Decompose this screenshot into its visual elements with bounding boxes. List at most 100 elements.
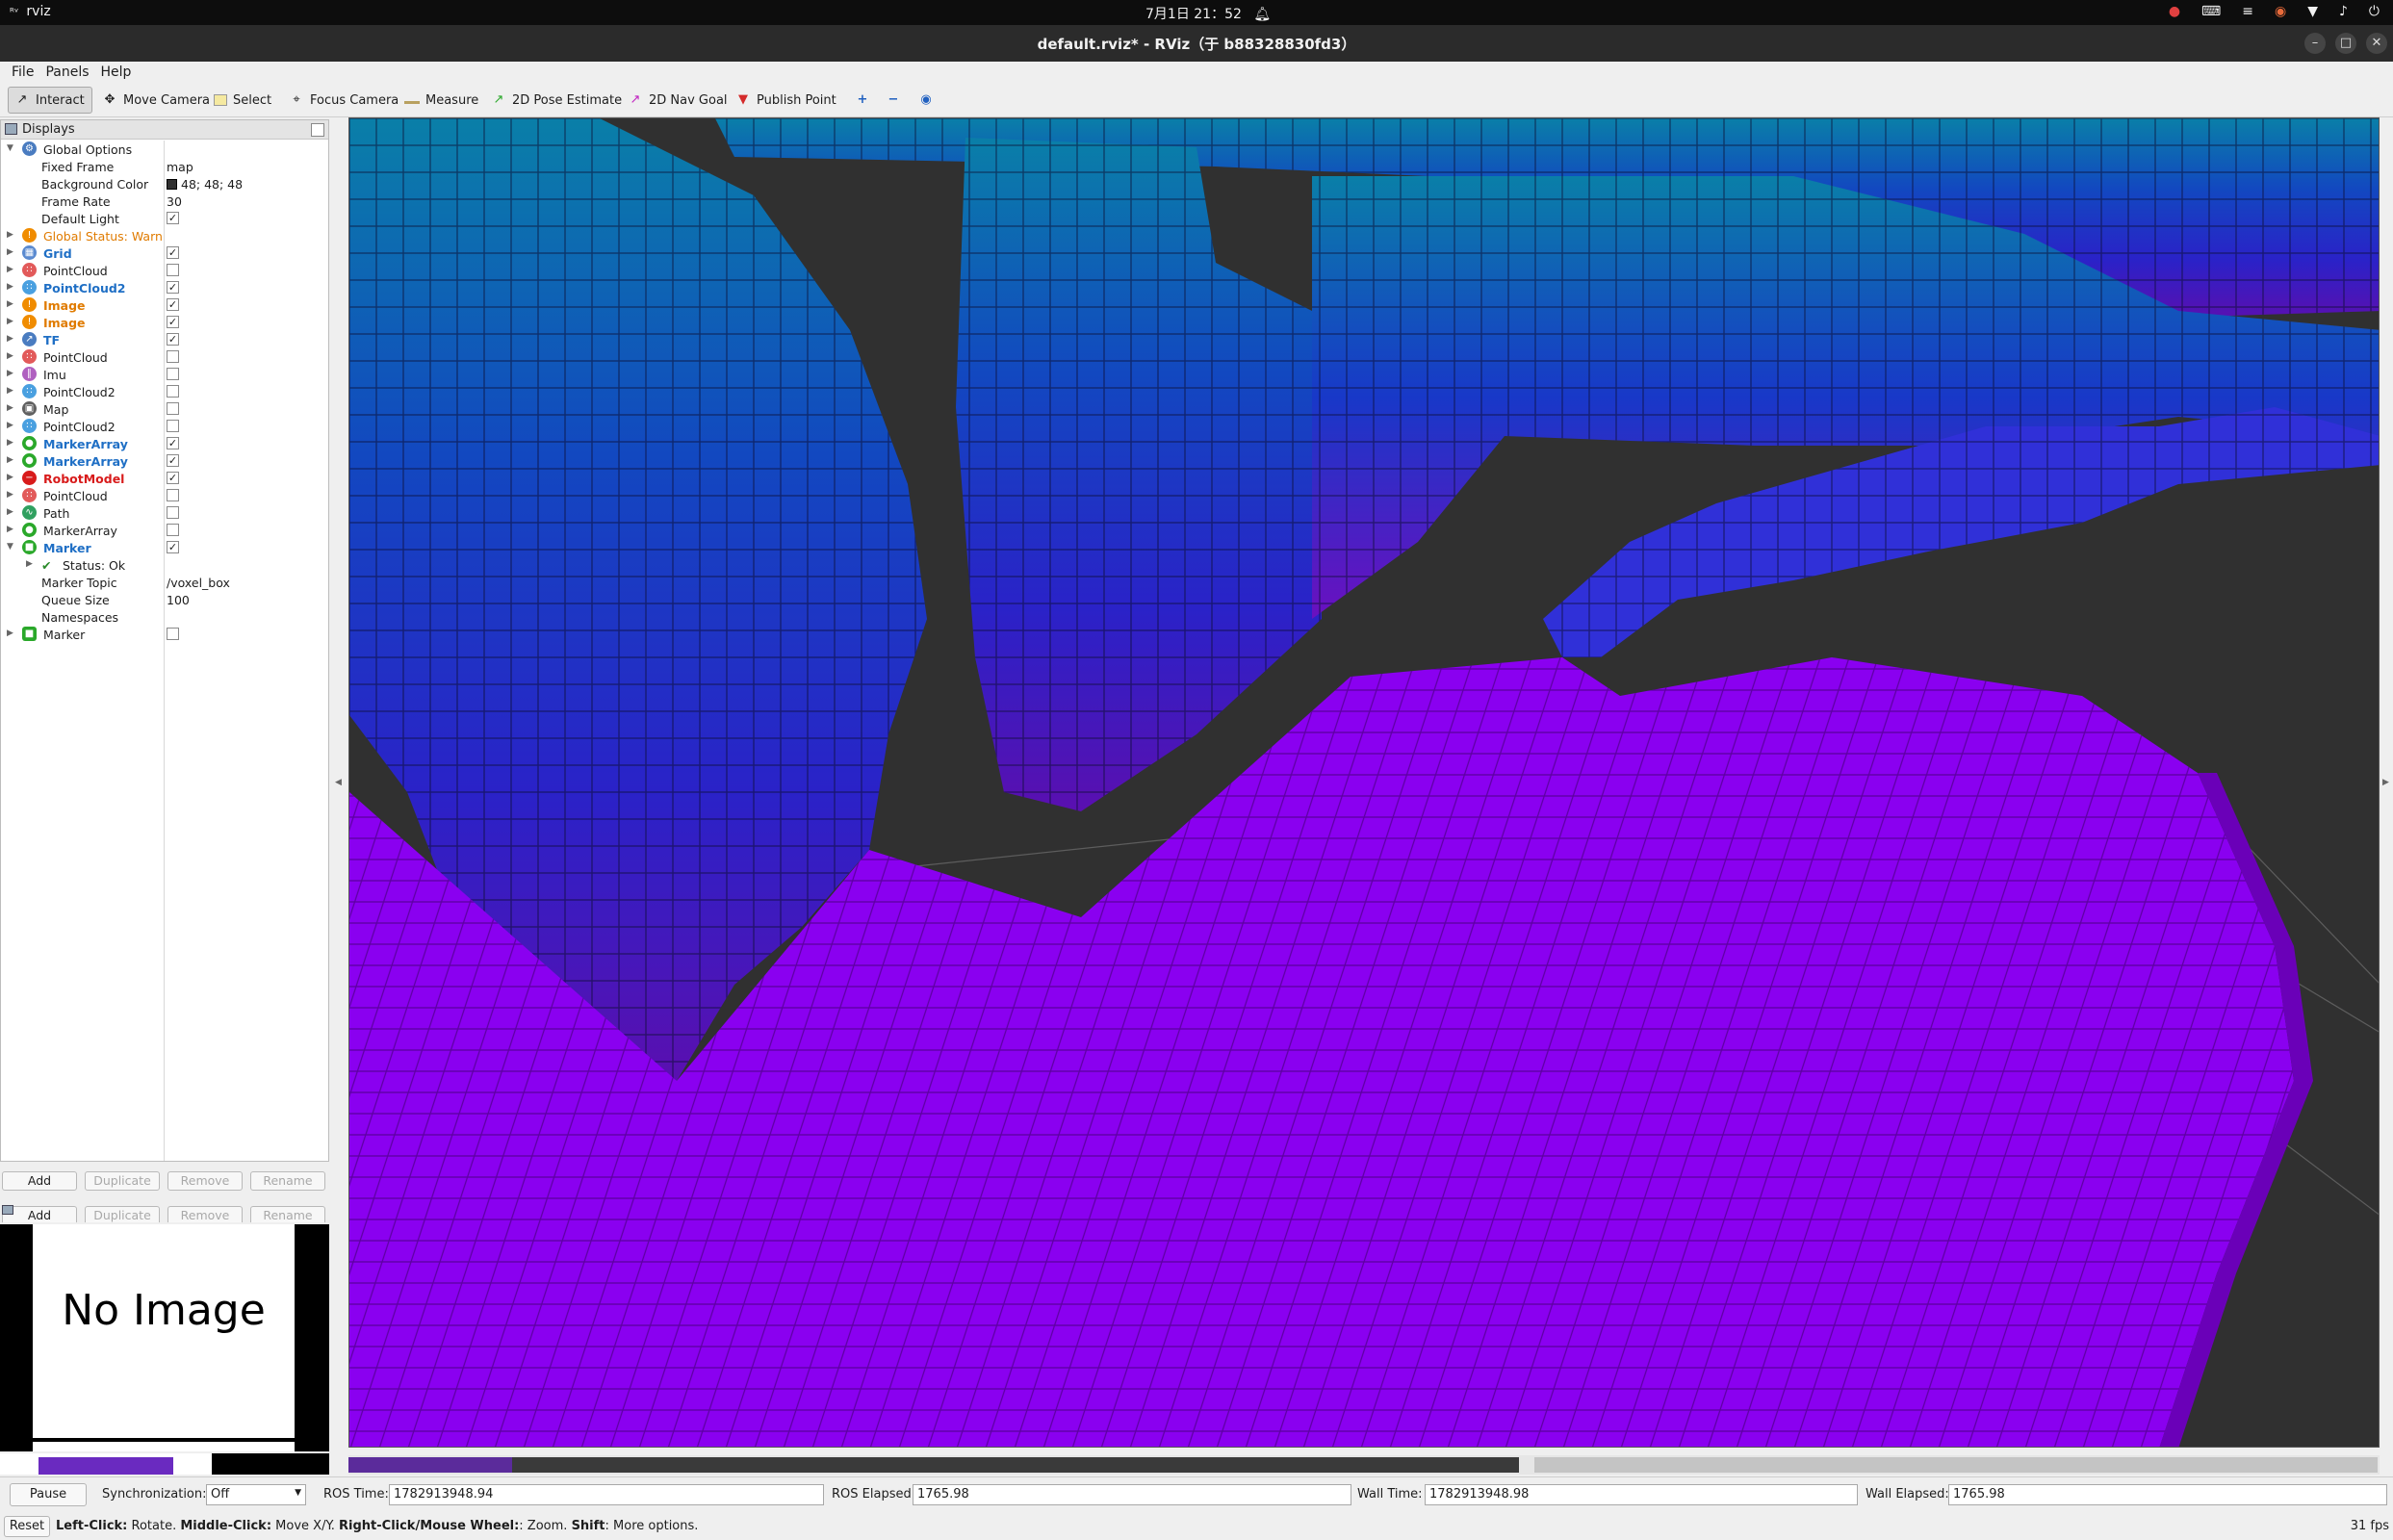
expand-arrow-icon[interactable]: ▶ xyxy=(7,317,13,326)
sync-select[interactable]: Off ▼ xyxy=(206,1484,306,1505)
undock-button[interactable] xyxy=(311,123,324,137)
expand-arrow-icon[interactable]: ▶ xyxy=(7,334,13,344)
expand-arrow-icon[interactable]: ▶ xyxy=(7,282,13,292)
power-icon[interactable]: ⏻ xyxy=(2369,4,2380,19)
scrollbar-thumb[interactable] xyxy=(1534,1457,2378,1473)
marker-topic-value[interactable]: /voxel_box xyxy=(167,576,230,590)
display-enabled-checkbox[interactable] xyxy=(167,368,179,380)
minimize-button[interactable]: – xyxy=(2304,33,2326,54)
expand-arrow-icon[interactable]: ▶ xyxy=(26,559,33,569)
tree-row-queue-size[interactable]: Queue Size 100 xyxy=(1,591,328,608)
duplicate-display-button[interactable]: Duplicate xyxy=(85,1171,160,1191)
tree-row-global-status[interactable]: ▶ ! Global Status: Warn xyxy=(1,227,328,244)
rename-display-button-2[interactable]: Rename xyxy=(250,1206,325,1222)
tree-row-markerarray[interactable]: ▶ ● MarkerArray ✓ xyxy=(1,452,328,470)
tree-row-tf[interactable]: ▶ ↗ TF ✓ xyxy=(1,331,328,348)
select-tool-button[interactable]: Select xyxy=(208,87,277,114)
interact-tool-button[interactable]: ↗ Interact xyxy=(8,87,92,114)
tree-row-markerarray[interactable]: ▶ ● MarkerArray xyxy=(1,522,328,539)
tree-row-pointcloud2[interactable]: ▶ ∷ PointCloud2 ✓ xyxy=(1,279,328,296)
active-app-indicator[interactable]: ᴿᵛ rviz xyxy=(10,4,51,19)
nav-goal-tool-button[interactable]: ↗ 2D Nav Goal xyxy=(622,87,733,114)
marker-checkbox[interactable] xyxy=(167,628,179,640)
display-enabled-checkbox[interactable]: ✓ xyxy=(167,454,179,467)
window-title-bar[interactable]: default.rviz* - RViz（于 b88328830fd3） – □… xyxy=(0,25,2393,62)
tree-row-robotmodel[interactable]: ▶ − RobotModel ✓ xyxy=(1,470,328,487)
view-horizontal-scrollbar[interactable] xyxy=(348,1455,2380,1475)
display-enabled-checkbox[interactable] xyxy=(167,524,179,536)
tree-row-image[interactable]: ▶! Image ✓ xyxy=(1,296,328,314)
publish-point-tool-button[interactable]: ▼ Publish Point xyxy=(730,87,842,114)
tree-row-map[interactable]: ▶ ▣ Map xyxy=(1,400,328,418)
menu-file[interactable]: File xyxy=(6,62,39,83)
expand-arrow-icon[interactable]: ▶ xyxy=(7,629,13,638)
tree-row-frame-rate[interactable]: Frame Rate 30 xyxy=(1,192,328,210)
right-splitter[interactable]: ▶ xyxy=(2380,119,2393,1467)
display-enabled-checkbox[interactable]: ✓ xyxy=(167,246,179,259)
display-enabled-checkbox[interactable]: ✓ xyxy=(167,316,179,328)
close-button[interactable]: ✕ xyxy=(2366,33,2387,54)
volume-icon[interactable]: ♪ xyxy=(2339,4,2348,19)
measure-tool-button[interactable]: Measure xyxy=(399,87,484,114)
tree-row-pointcloud[interactable]: ▶ ∷ PointCloud xyxy=(1,348,328,366)
duplicate-display-button-2[interactable]: Duplicate xyxy=(85,1206,160,1222)
tree-row-pointcloud2[interactable]: ▶ ∷ PointCloud2 xyxy=(1,418,328,435)
reset-button[interactable]: Reset xyxy=(4,1516,50,1537)
wall-elapsed-field[interactable]: 1765.98 xyxy=(1948,1484,2387,1505)
network-icon[interactable]: ≡ xyxy=(2242,4,2253,19)
expand-arrow-icon[interactable]: ▶ xyxy=(7,403,13,413)
expand-arrow-icon[interactable]: ▶ xyxy=(7,230,13,240)
remove-tool-button[interactable]: − xyxy=(880,87,907,114)
menu-help[interactable]: Help xyxy=(95,62,138,83)
menu-panels[interactable]: Panels xyxy=(39,62,94,83)
expand-arrow-icon[interactable]: ▶ xyxy=(7,438,13,448)
tree-row-grid[interactable]: ▶ ▦ Grid ✓ xyxy=(1,244,328,262)
focus-camera-tool-button[interactable]: ⌖ Focus Camera xyxy=(283,87,404,114)
display-enabled-checkbox[interactable]: ✓ xyxy=(167,472,179,484)
display-enabled-checkbox[interactable] xyxy=(167,385,179,398)
display-enabled-checkbox[interactable]: ✓ xyxy=(167,333,179,346)
wifi-icon[interactable]: ▼ xyxy=(2307,4,2318,19)
tree-row-global-options[interactable]: ▼ ⚙ Global Options xyxy=(1,141,328,158)
move-camera-tool-button[interactable]: ✥ Move Camera xyxy=(96,87,216,114)
collapse-arrow-icon[interactable]: ▼ xyxy=(7,542,13,552)
expand-arrow-icon[interactable]: ▶ xyxy=(7,351,13,361)
system-tray[interactable]: ● ⌨ ≡ ◉ ▼ ♪ ⏻ xyxy=(2169,4,2380,19)
left-splitter[interactable]: ◀ xyxy=(331,119,347,1467)
collapse-right-icon[interactable]: ▶ xyxy=(2382,778,2389,787)
remove-display-button[interactable]: Remove xyxy=(167,1171,243,1191)
expand-arrow-icon[interactable]: ▶ xyxy=(7,247,13,257)
tree-row-marker[interactable]: ▼ ■ Marker ✓ xyxy=(1,539,328,556)
add-display-button[interactable]: Add xyxy=(2,1171,77,1191)
app-icon[interactable]: ◉ xyxy=(2275,4,2286,19)
tree-row-path[interactable]: ▶ ∿ Path xyxy=(1,504,328,522)
fixed-frame-value[interactable]: map xyxy=(167,160,193,174)
expand-arrow-icon[interactable]: ▶ xyxy=(7,490,13,500)
expand-arrow-icon[interactable]: ▶ xyxy=(7,299,13,309)
tree-row-background-color[interactable]: Background Color 48; 48; 48 xyxy=(1,175,328,192)
queue-size-value[interactable]: 100 xyxy=(167,593,190,607)
pause-button[interactable]: Pause xyxy=(10,1483,87,1506)
default-light-checkbox[interactable]: ✓ xyxy=(167,212,179,224)
tree-row-namespaces[interactable]: Namespaces xyxy=(1,608,328,626)
display-enabled-checkbox[interactable] xyxy=(167,506,179,519)
display-enabled-checkbox[interactable] xyxy=(167,350,179,363)
wall-time-field[interactable]: 1782913948.98 xyxy=(1425,1484,1858,1505)
expand-arrow-icon[interactable]: ▶ xyxy=(7,386,13,396)
view-options-button[interactable]: ◉ xyxy=(913,87,939,114)
add-tool-button[interactable]: + xyxy=(849,87,876,114)
clock[interactable]: 7月1日 21：52 🔔︎ xyxy=(1145,4,1271,23)
tree-row-fixed-frame[interactable]: Fixed Frame map xyxy=(1,158,328,175)
ros-time-field[interactable]: 1782913948.94 xyxy=(389,1484,824,1505)
display-enabled-checkbox[interactable] xyxy=(167,489,179,501)
expand-arrow-icon[interactable]: ▶ xyxy=(7,421,13,430)
tree-row-marker-2[interactable]: ▶ ■ Marker xyxy=(1,626,328,643)
display-enabled-checkbox[interactable]: ✓ xyxy=(167,298,179,311)
tree-row-markerarray[interactable]: ▶ ● MarkerArray ✓ xyxy=(1,435,328,452)
tree-row-image[interactable]: ▶! Image ✓ xyxy=(1,314,328,331)
expand-arrow-icon[interactable]: ▶ xyxy=(7,455,13,465)
record-icon[interactable]: ● xyxy=(2169,4,2180,19)
remove-display-button-2[interactable]: Remove xyxy=(167,1206,243,1222)
display-enabled-checkbox[interactable]: ✓ xyxy=(167,281,179,294)
collapse-left-icon[interactable]: ◀ xyxy=(335,778,342,787)
